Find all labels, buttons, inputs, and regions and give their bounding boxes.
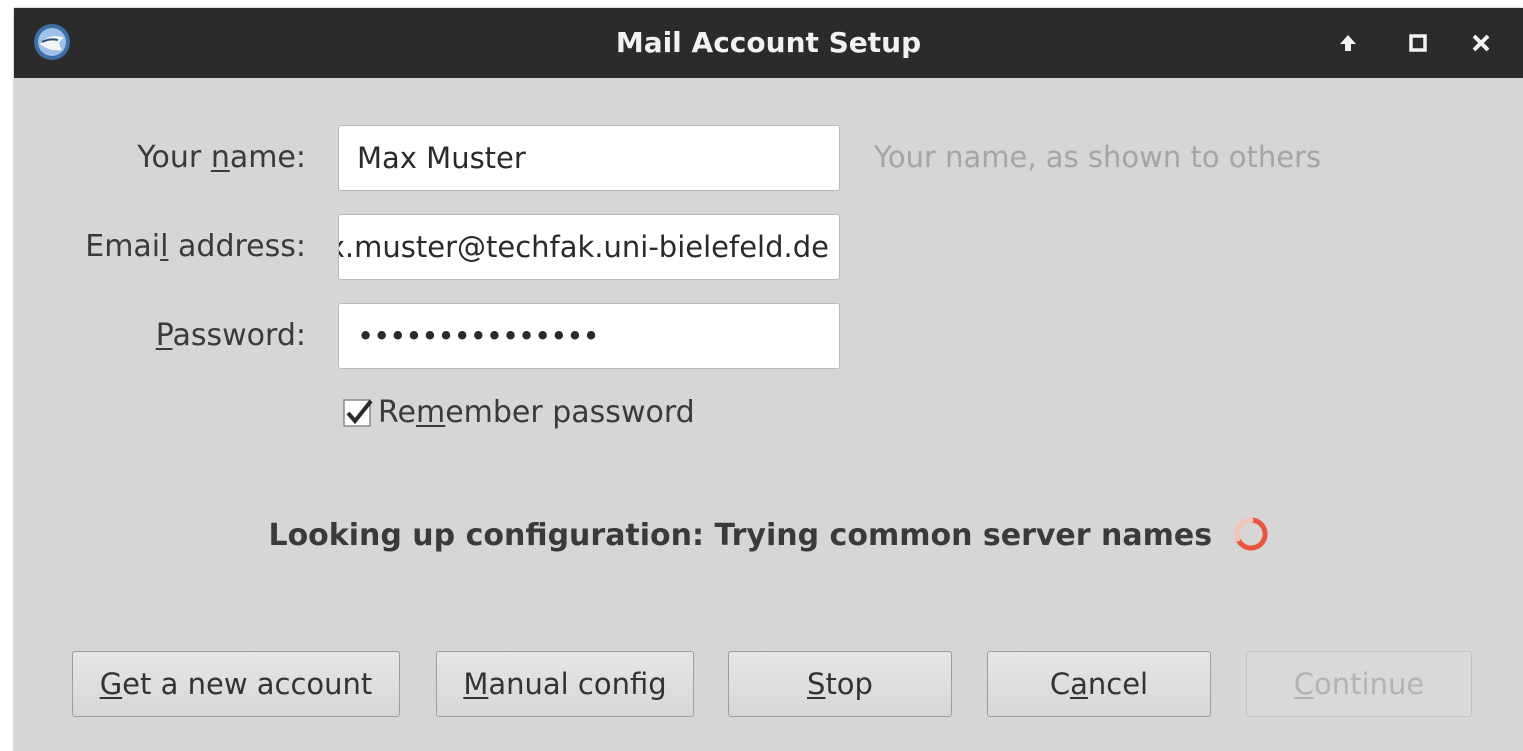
window-title: Mail Account Setup xyxy=(615,26,922,59)
status-message: Looking up configuration: Trying common … xyxy=(14,516,1523,553)
maximize-button[interactable] xyxy=(1398,23,1438,63)
close-icon xyxy=(1472,34,1490,52)
status-text: Looking up configuration: Trying common … xyxy=(268,518,1213,553)
mail-account-setup-dialog: Mail Account Setup Your name: Max Muster… xyxy=(14,8,1523,751)
loading-spinner-icon xyxy=(1234,516,1268,550)
remember-password-checkbox[interactable]: Remember password xyxy=(342,390,695,434)
titlebar[interactable]: Mail Account Setup xyxy=(14,8,1523,78)
name-hint: Your name, as shown to others xyxy=(874,140,1322,174)
continue-button[interactable]: Continue xyxy=(1246,651,1472,717)
stop-button[interactable]: Stop xyxy=(728,651,952,717)
email-input[interactable]: max.muster@techfak.uni-bielefeld.de xyxy=(338,214,840,280)
name-input[interactable]: Max Muster xyxy=(338,125,840,191)
arrow-up-icon xyxy=(1340,35,1356,51)
remember-password-label: Remember password xyxy=(378,394,695,430)
get-new-account-button[interactable]: Get a new account xyxy=(72,651,400,717)
email-label: Email address: xyxy=(85,229,306,264)
checkmark-icon xyxy=(343,399,373,427)
keep-above-button[interactable] xyxy=(1328,23,1368,63)
close-button[interactable] xyxy=(1461,23,1501,63)
name-label: Your name: xyxy=(137,140,306,175)
cancel-button[interactable]: Ca ncel xyxy=(987,651,1211,717)
password-label: Password: xyxy=(155,318,306,353)
password-input[interactable]: ••••••••••••••• xyxy=(338,303,840,369)
email-value: max.muster@techfak.uni-bielefeld.de xyxy=(339,230,829,264)
manual-config-button[interactable]: Manual config xyxy=(436,651,694,717)
maximize-icon xyxy=(1409,34,1427,52)
